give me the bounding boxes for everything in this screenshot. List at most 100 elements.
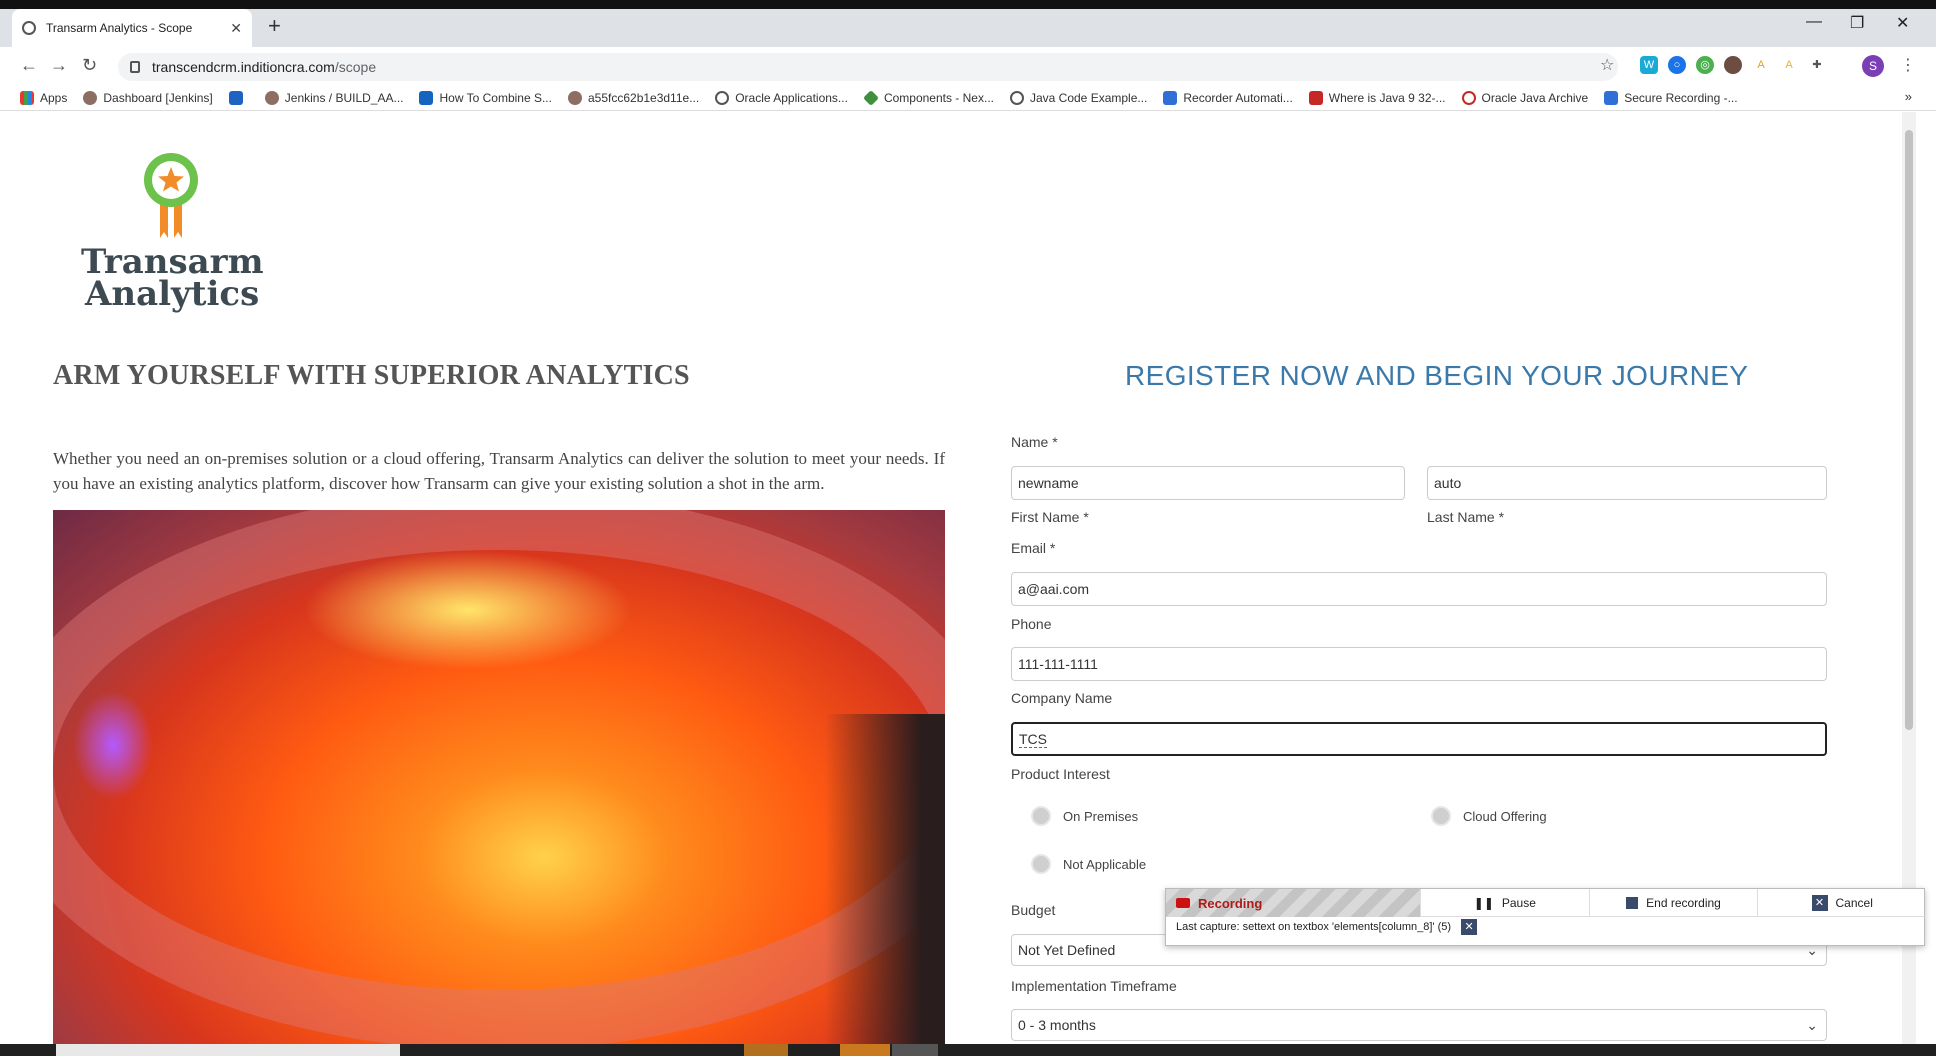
register-heading: REGISTER NOW AND BEGIN YOUR JOURNEY bbox=[1125, 360, 1749, 391]
extension-chrome-icon[interactable]: ◎ bbox=[1696, 56, 1714, 74]
radio-circle bbox=[1031, 854, 1051, 874]
back-icon[interactable]: ← bbox=[20, 55, 38, 76]
phone-label: Phone bbox=[1011, 616, 1052, 632]
bookmark-item[interactable]: Oracle Applications... bbox=[715, 90, 848, 105]
apps-grid-icon bbox=[20, 90, 34, 105]
bookmark-star-icon[interactable]: ☆ bbox=[1600, 55, 1614, 75]
bookmark-item[interactable]: Java Code Example... bbox=[1009, 90, 1148, 105]
oracle-icon bbox=[1308, 90, 1323, 105]
x-logo-icon bbox=[1604, 90, 1619, 105]
radio-label: Cloud Offering bbox=[1463, 808, 1547, 824]
bookmarks-overflow-icon[interactable]: » bbox=[1905, 89, 1912, 104]
dismiss-capture-icon[interactable]: ✕ bbox=[1461, 919, 1478, 935]
puzzle-icon[interactable]: ✚ bbox=[1808, 56, 1826, 74]
extension-avatar-icon[interactable] bbox=[1724, 56, 1742, 74]
company-input[interactable]: TCS bbox=[1011, 722, 1827, 756]
new-tab-icon[interactable]: + bbox=[268, 13, 281, 39]
hero-heading: ARM YOURSELF WITH SUPERIOR ANALYTICS bbox=[53, 360, 690, 391]
chevron-down-icon: ⌄ bbox=[1806, 1017, 1818, 1033]
bookmark-item[interactable]: Oracle Java Archive bbox=[1461, 90, 1589, 105]
extension-w-icon[interactable]: W bbox=[1640, 56, 1658, 74]
close-window-icon[interactable]: ✕ bbox=[1896, 13, 1909, 33]
radio-cloud-offering[interactable]: Cloud Offering bbox=[1431, 806, 1547, 826]
bookmark-label: Oracle Applications... bbox=[735, 90, 848, 105]
bookmark-label: Dashboard [Jenkins] bbox=[103, 90, 213, 105]
video-camera-icon bbox=[1176, 898, 1190, 908]
bookmark-item[interactable] bbox=[228, 90, 249, 105]
radio-circle bbox=[1031, 806, 1051, 826]
reload-icon[interactable]: ↻ bbox=[82, 55, 97, 76]
extension-a2-icon[interactable]: A bbox=[1780, 56, 1798, 74]
logo-wordmark: Transarm Analytics bbox=[81, 245, 281, 311]
bookmark-label: Components - Nex... bbox=[883, 90, 994, 105]
bookmark-item[interactable]: Components - Nex... bbox=[863, 89, 994, 106]
email-input[interactable]: a@aai.com bbox=[1011, 572, 1827, 606]
restore-icon[interactable]: ❐ bbox=[1850, 13, 1864, 33]
bookmark-label: Oracle Java Archive bbox=[1481, 90, 1589, 105]
browser-tab[interactable]: Transarm Analytics - Scope ✕ bbox=[12, 9, 252, 47]
url-path: /scope bbox=[334, 59, 377, 75]
last-name-label: Last Name * bbox=[1427, 509, 1505, 525]
last-name-input[interactable]: auto bbox=[1427, 466, 1827, 500]
recording-label: Recording bbox=[1198, 895, 1263, 911]
award-ribbon-icon bbox=[144, 153, 198, 238]
timeframe-value: 0 - 3 months bbox=[1018, 1017, 1096, 1033]
end-recording-button[interactable]: End recording bbox=[1588, 889, 1758, 916]
bookmark-item[interactable]: a55fcc62b1e3d11e... bbox=[567, 90, 700, 105]
taskbar-item[interactable] bbox=[56, 1044, 400, 1056]
email-label: Email * bbox=[1011, 540, 1056, 556]
x-logo-icon bbox=[1163, 90, 1178, 105]
recording-status: Recording bbox=[1166, 889, 1420, 917]
browser-toolbar: ← → ↻ transcendcrm.inditioncra.com/scope… bbox=[0, 47, 1936, 85]
bookmark-item[interactable]: Recorder Automati... bbox=[1163, 90, 1293, 105]
close-icon: ✕ bbox=[1811, 894, 1828, 911]
bookmark-item[interactable]: Jenkins / BUILD_AA... bbox=[264, 90, 403, 105]
bookmark-item[interactable]: Secure Recording -... bbox=[1604, 90, 1738, 105]
recorder-panel: Recording ❚❚ Pause End recording ✕ Cance… bbox=[1165, 888, 1926, 946]
oracle-ring-icon bbox=[1461, 90, 1476, 105]
save-icon bbox=[1626, 896, 1639, 909]
profile-avatar[interactable]: S bbox=[1862, 55, 1884, 77]
radio-on-premises[interactable]: On Premises bbox=[1031, 806, 1138, 826]
first-name-label: First Name * bbox=[1011, 509, 1089, 525]
bookmark-label: How To Combine S... bbox=[439, 90, 552, 105]
phone-input[interactable]: 111-111-1111 bbox=[1011, 647, 1827, 681]
bookmark-item[interactable]: Dashboard [Jenkins] bbox=[83, 90, 213, 105]
company-label: Company Name bbox=[1011, 690, 1113, 706]
taskbar-item[interactable] bbox=[840, 1044, 890, 1056]
bookmark-label: Recorder Automati... bbox=[1183, 90, 1293, 105]
pause-icon: ❚❚ bbox=[1473, 895, 1494, 910]
hero-image bbox=[53, 510, 945, 1044]
cancel-button[interactable]: ✕ Cancel bbox=[1757, 889, 1926, 916]
forward-icon[interactable]: → bbox=[50, 55, 68, 76]
browser-tab-strip: Transarm Analytics - Scope ✕ + — ❐ ✕ bbox=[0, 0, 1936, 47]
pause-button[interactable]: ❚❚ Pause bbox=[1420, 889, 1589, 916]
bookmark-item[interactable]: Where is Java 9 32-... bbox=[1308, 90, 1446, 105]
globe-icon bbox=[1009, 90, 1024, 105]
minimize-icon[interactable]: — bbox=[1806, 13, 1822, 31]
url-host: transcendcrm.inditioncra.com bbox=[152, 59, 335, 75]
taskbar-item[interactable] bbox=[744, 1044, 788, 1056]
pause-label: Pause bbox=[1501, 895, 1536, 910]
budget-label: Budget bbox=[1011, 902, 1056, 918]
timeframe-select[interactable]: 0 - 3 months ⌄ bbox=[1011, 1009, 1827, 1041]
close-tab-icon[interactable]: ✕ bbox=[230, 20, 242, 37]
bookmark-label: Java Code Example... bbox=[1029, 90, 1148, 105]
menu-icon[interactable]: ⋮ bbox=[1900, 55, 1916, 75]
taskbar-item[interactable] bbox=[892, 1044, 938, 1056]
first-name-input[interactable]: newname bbox=[1011, 466, 1405, 500]
bookmark-apps[interactable]: Apps bbox=[20, 90, 67, 105]
end-recording-label: End recording bbox=[1646, 895, 1721, 910]
address-bar[interactable]: transcendcrm.inditioncra.com/scope bbox=[118, 53, 1618, 81]
last-capture-row: Last capture: settext on textbox 'elemen… bbox=[1176, 919, 1478, 935]
sap-icon bbox=[419, 90, 434, 105]
extension-a-icon[interactable]: A bbox=[1752, 56, 1770, 74]
bookmark-label: a55fcc62b1e3d11e... bbox=[587, 90, 700, 105]
bookmark-item[interactable]: How To Combine S... bbox=[419, 90, 552, 105]
name-label: Name * bbox=[1011, 434, 1058, 450]
recorder-controls: Recording ❚❚ Pause End recording ✕ Cance… bbox=[1166, 889, 1926, 917]
extension-circle-icon[interactable]: ○ bbox=[1668, 56, 1686, 74]
last-capture-text: Last capture: settext on textbox 'elemen… bbox=[1176, 921, 1452, 933]
radio-not-applicable[interactable]: Not Applicable bbox=[1031, 854, 1146, 874]
scrollbar-thumb[interactable] bbox=[1905, 130, 1913, 730]
